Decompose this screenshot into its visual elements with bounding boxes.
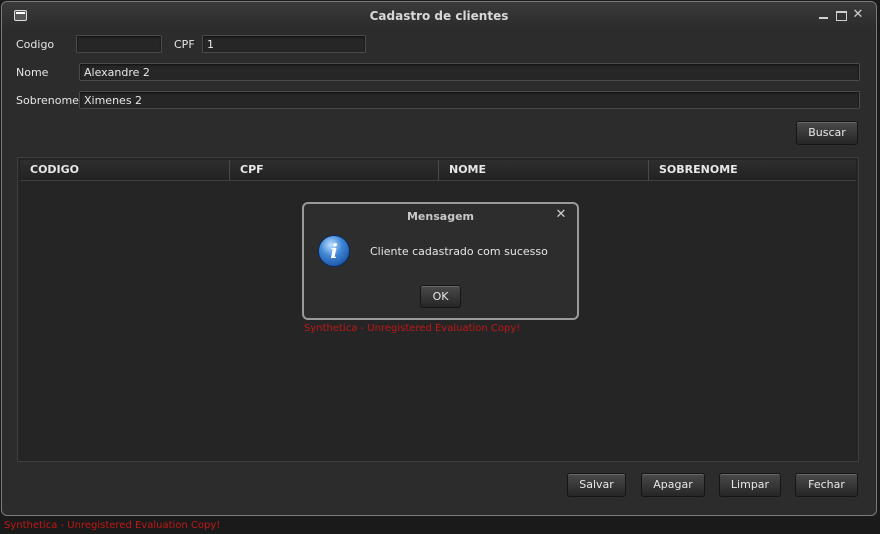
- dialog-title: Mensagem: [406, 210, 474, 223]
- salvar-button[interactable]: Salvar: [567, 473, 626, 497]
- message-dialog: Mensagem ✕ i Cliente cadastrado com suce…: [302, 202, 579, 320]
- dialog-close-icon[interactable]: ✕: [554, 208, 568, 222]
- column-header-nome[interactable]: NOME: [439, 160, 649, 180]
- maximize-icon[interactable]: [834, 8, 848, 22]
- nome-label: Nome: [16, 66, 49, 79]
- title-bar[interactable]: Cadastro de clientes ✕: [2, 2, 876, 30]
- limpar-button[interactable]: Limpar: [719, 473, 781, 497]
- table-header: CODIGO CPF NOME SOBRENOME: [20, 160, 856, 181]
- codigo-field[interactable]: [76, 35, 162, 53]
- codigo-label: Codigo: [16, 38, 55, 51]
- main-window: Cadastro de clientes ✕ Codigo CPF Nome S…: [1, 1, 877, 516]
- dialog-watermark: Synthetica - Unregistered Evaluation Cop…: [304, 323, 521, 334]
- buscar-button[interactable]: Buscar: [796, 121, 858, 145]
- apagar-button[interactable]: Apagar: [641, 473, 705, 497]
- footer-watermark: Synthetica - Unregistered Evaluation Cop…: [4, 520, 221, 531]
- sobrenome-label: Sobrenome: [16, 94, 79, 107]
- window-title: Cadastro de clientes: [369, 9, 509, 23]
- close-icon[interactable]: ✕: [851, 8, 865, 22]
- sobrenome-field[interactable]: [79, 91, 860, 109]
- ok-button[interactable]: OK: [420, 285, 461, 308]
- column-header-codigo[interactable]: CODIGO: [20, 160, 230, 180]
- fechar-button[interactable]: Fechar: [795, 473, 858, 497]
- minimize-icon[interactable]: [816, 8, 830, 22]
- cpf-label: CPF: [174, 38, 195, 51]
- info-icon: i: [318, 235, 350, 267]
- cpf-field[interactable]: [202, 35, 366, 53]
- nome-field[interactable]: [79, 63, 860, 81]
- dialog-message: Cliente cadastrado com sucesso: [370, 245, 548, 258]
- column-header-sobrenome[interactable]: SOBRENOME: [649, 160, 856, 180]
- column-header-cpf[interactable]: CPF: [230, 160, 439, 180]
